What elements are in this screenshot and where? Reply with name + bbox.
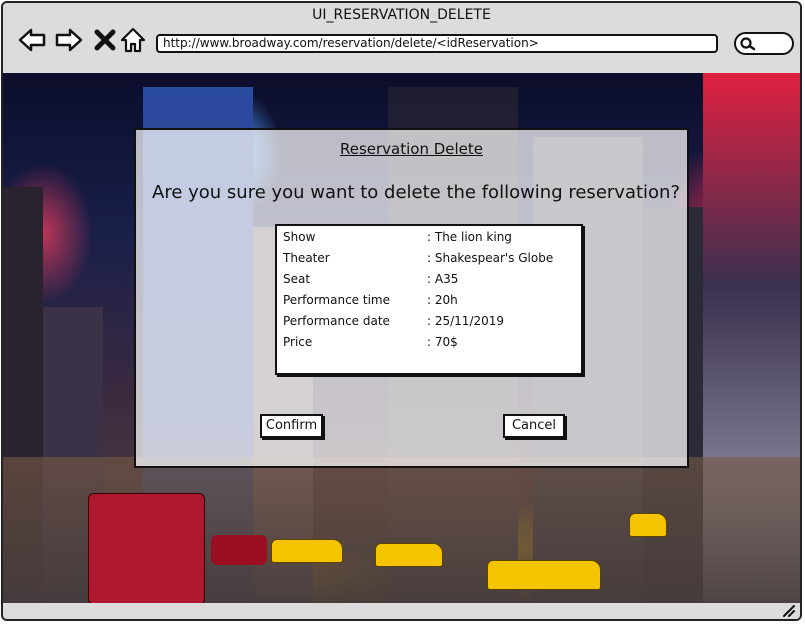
dialog-title: Reservation Delete xyxy=(339,140,484,158)
resize-grip-icon[interactable] xyxy=(782,605,796,617)
page-content: Reservation Delete Are you sure you want… xyxy=(3,73,800,607)
taxi xyxy=(271,539,343,563)
title-bar: UI_RESERVATION_DELETE http://www.broadwa… xyxy=(3,3,800,73)
detail-value: : 70$ xyxy=(427,335,458,349)
detail-value: : Shakespear's Globe xyxy=(427,251,554,265)
detail-label: Theater xyxy=(283,251,330,265)
search-field[interactable] xyxy=(734,32,794,55)
detail-label: Performance date xyxy=(283,314,390,328)
close-x-icon[interactable] xyxy=(90,25,120,55)
detail-label: Price xyxy=(283,335,313,349)
taxi xyxy=(375,543,443,567)
confirm-question: Are you sure you want to delete the foll… xyxy=(152,182,681,203)
search-icon xyxy=(740,37,756,51)
window-title: UI_RESERVATION_DELETE xyxy=(312,7,491,23)
car xyxy=(211,535,267,565)
reservation-details: Show : The lion king Theater : Shakespea… xyxy=(275,224,583,375)
back-arrow-icon[interactable] xyxy=(17,25,47,55)
status-bar xyxy=(3,603,800,619)
confirm-button[interactable]: Confirm xyxy=(260,414,323,438)
detail-label: Performance time xyxy=(283,293,390,307)
detail-value: : A35 xyxy=(427,272,459,286)
detail-value: : 20h xyxy=(427,293,458,307)
taxi xyxy=(487,560,601,590)
cancel-button[interactable]: Cancel xyxy=(503,414,565,438)
url-field[interactable]: http://www.broadway.com/reservation/dele… xyxy=(156,34,718,53)
detail-value: : The lion king xyxy=(427,230,512,244)
delete-dialog: Reservation Delete Are you sure you want… xyxy=(134,128,689,468)
detail-value: : 25/11/2019 xyxy=(427,314,505,328)
detail-label: Seat xyxy=(283,272,311,286)
browser-window: UI_RESERVATION_DELETE http://www.broadwa… xyxy=(1,1,802,621)
forward-arrow-icon[interactable] xyxy=(54,25,84,55)
taxi xyxy=(629,513,667,537)
detail-label: Show xyxy=(283,230,316,244)
home-icon[interactable] xyxy=(118,25,148,55)
bus xyxy=(88,493,205,605)
